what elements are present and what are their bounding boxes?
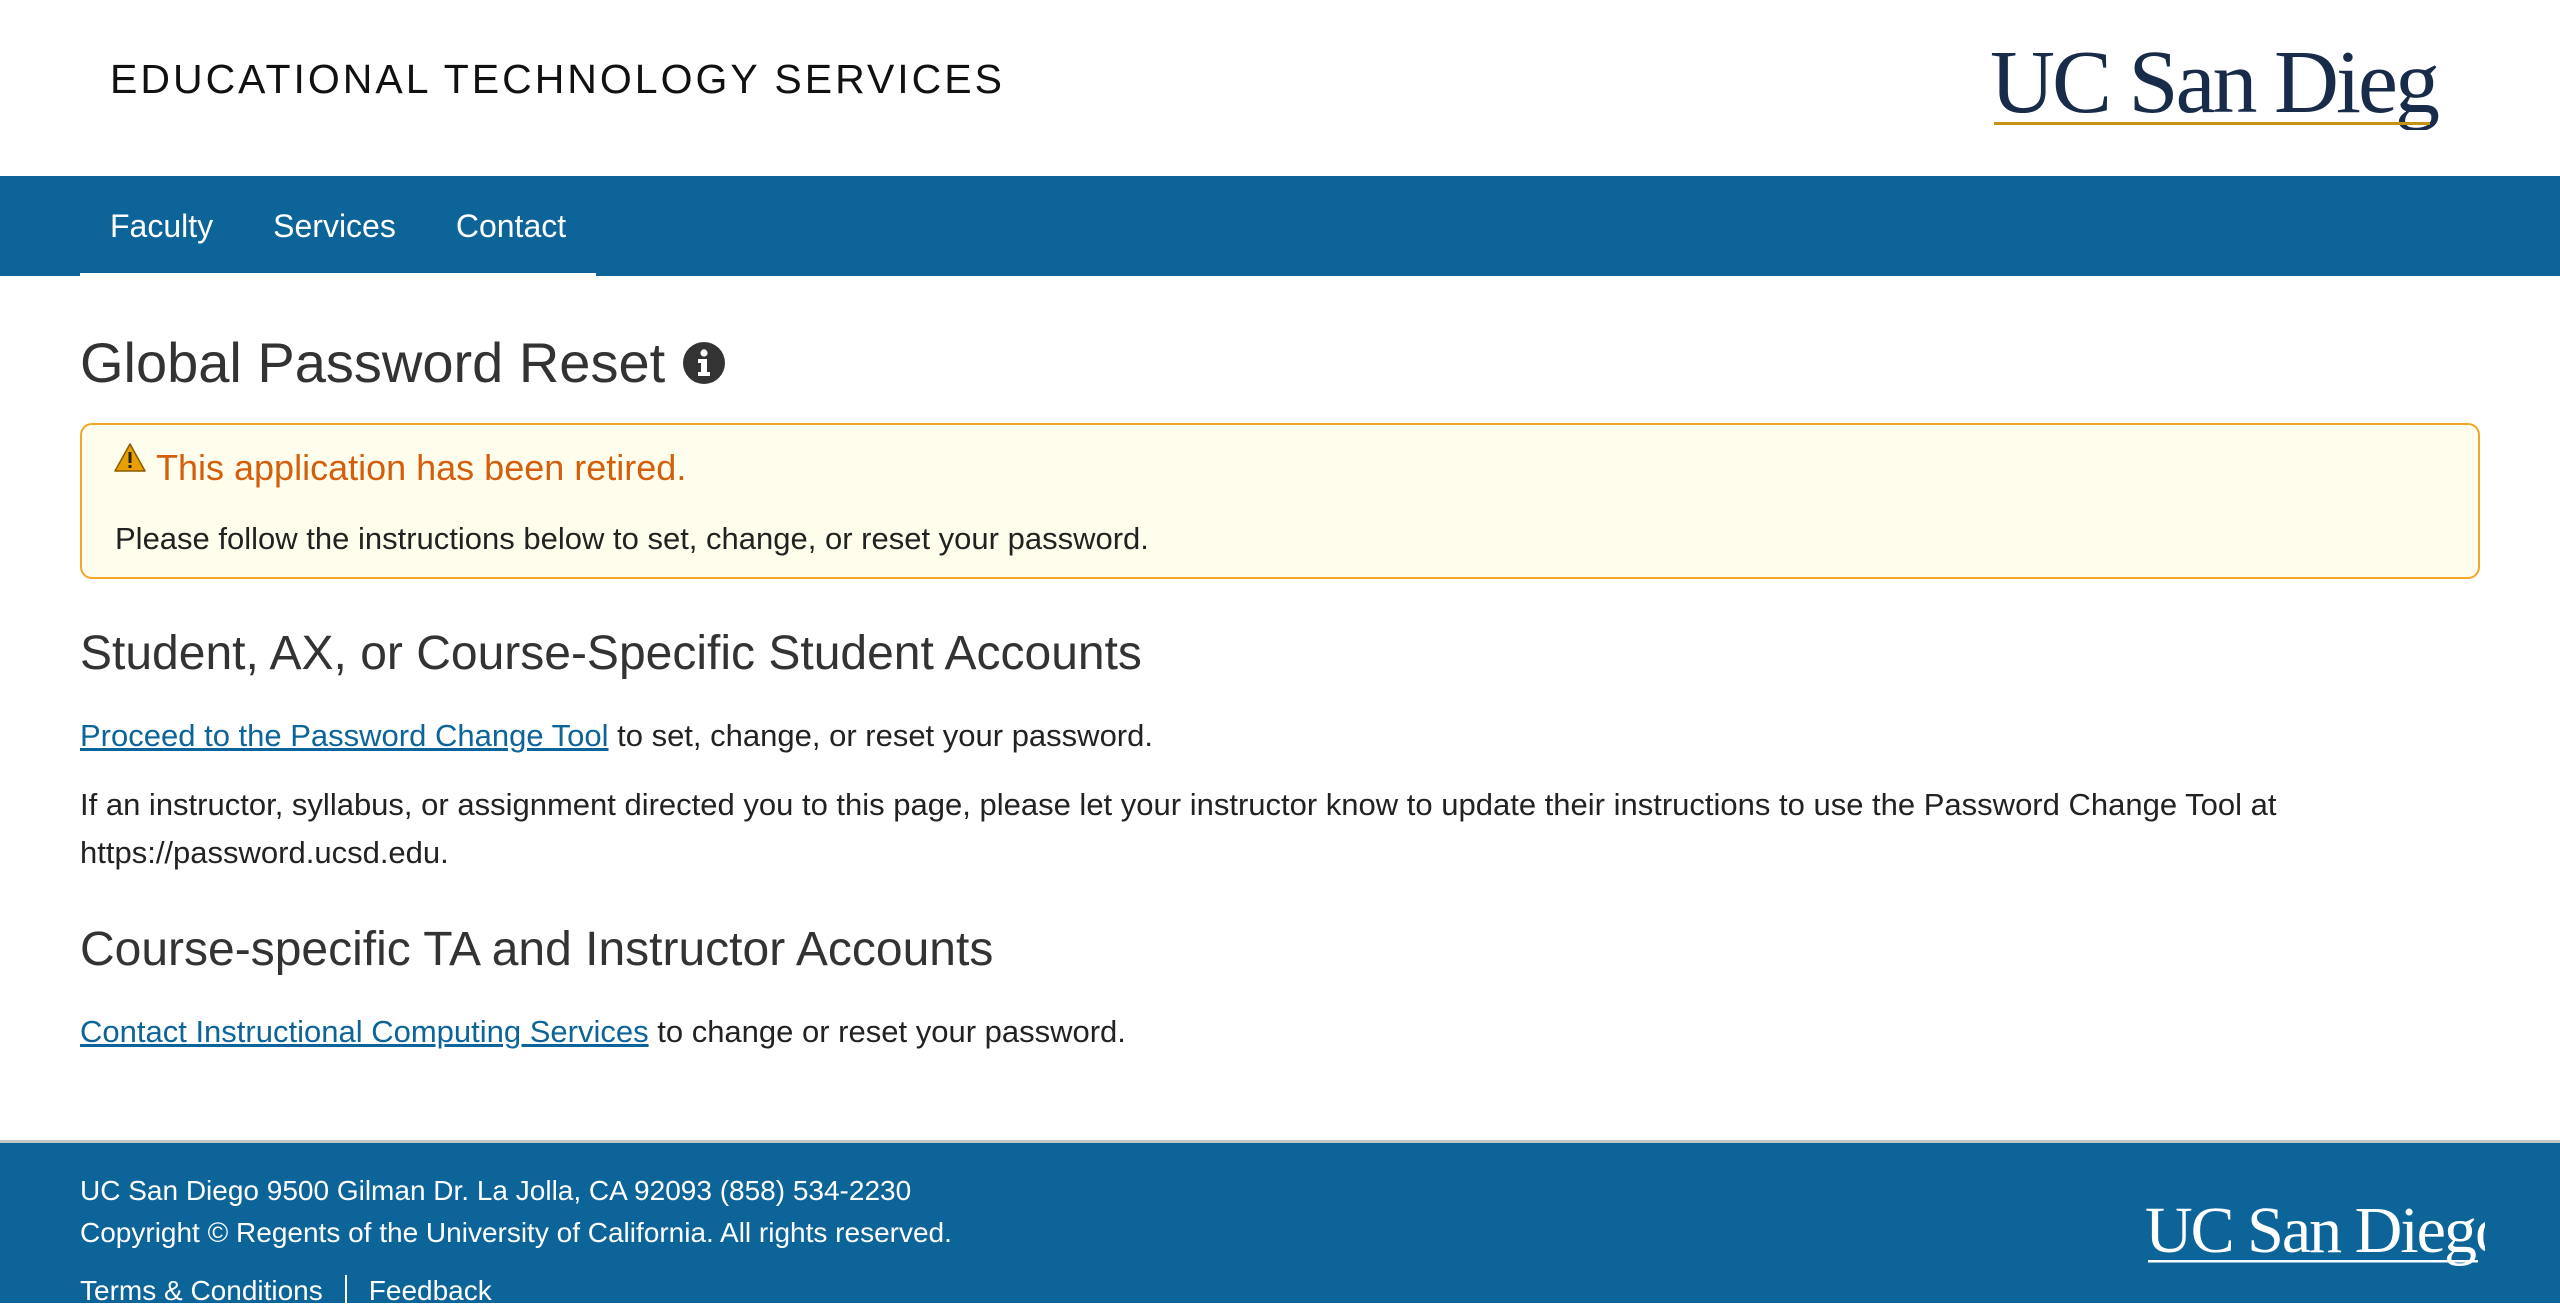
logo-underline	[1994, 122, 2430, 125]
footer-logo-text: UC San Diego	[2145, 1198, 2485, 1267]
footer-address: UC San Diego 9500 Gilman Dr. La Jolla, C…	[80, 1175, 912, 1206]
nav-item-services[interactable]: Services	[273, 176, 396, 273]
section-heading-student: Student, AX, or Course-Specific Student …	[80, 627, 1142, 680]
warning-triangle-icon	[114, 443, 146, 472]
retired-alert: This application has been retired. Pleas…	[80, 423, 2480, 579]
uc-san-diego-logo[interactable]: UC San Diego	[1990, 34, 2440, 130]
nav-item-contact[interactable]: Contact	[456, 176, 566, 273]
nav-items: Faculty Services Contact	[80, 176, 597, 276]
site-title[interactable]: EDUCATIONAL TECHNOLOGY SERVICES	[110, 56, 1005, 103]
footer-uc-san-diego-logo[interactable]: UC San Diego	[2145, 1198, 2485, 1268]
footer-link-divider	[344, 1275, 347, 1311]
contact-ics-link[interactable]: Contact Instructional Computing Services	[80, 1014, 649, 1049]
info-circle-icon[interactable]	[683, 341, 726, 384]
footer-links: Terms & Conditions Feedback	[80, 1275, 492, 1311]
logo-text: UC San Diego	[1990, 34, 2440, 130]
page-title-text: Global Password Reset	[80, 331, 666, 394]
site-header: EDUCATIONAL TECHNOLOGY SERVICES UC San D…	[0, 0, 2560, 176]
terms-conditions-link[interactable]: Terms & Conditions	[80, 1275, 323, 1311]
main-nav: Faculty Services Contact	[0, 176, 2560, 276]
password-change-tool-link[interactable]: Proceed to the Password Change Tool	[80, 718, 608, 753]
alert-heading: This application has been retired.	[156, 447, 687, 488]
student-link-tail: to set, change, or reset your password.	[608, 718, 1153, 753]
alert-body: Please follow the instructions below to …	[115, 521, 1149, 556]
instructor-note-paragraph: If an instructor, syllabus, or assignmen…	[80, 787, 2277, 870]
nav-item-faculty[interactable]: Faculty	[110, 176, 213, 273]
footer-logo-underline	[2148, 1260, 2478, 1263]
footer-copyright: Copyright © Regents of the University of…	[80, 1217, 952, 1248]
site-footer: UC San Diego 9500 Gilman Dr. La Jolla, C…	[0, 1140, 2560, 1311]
ta-link-paragraph: Contact Instructional Computing Services…	[80, 1008, 2480, 1056]
ta-link-tail: to change or reset your password.	[648, 1014, 1126, 1049]
student-link-paragraph: Proceed to the Password Change Tool to s…	[80, 712, 2480, 760]
feedback-link[interactable]: Feedback	[369, 1275, 492, 1311]
page-title: Global Password Reset	[80, 330, 726, 395]
section-heading-ta: Course-specific TA and Instructor Accoun…	[80, 923, 994, 976]
